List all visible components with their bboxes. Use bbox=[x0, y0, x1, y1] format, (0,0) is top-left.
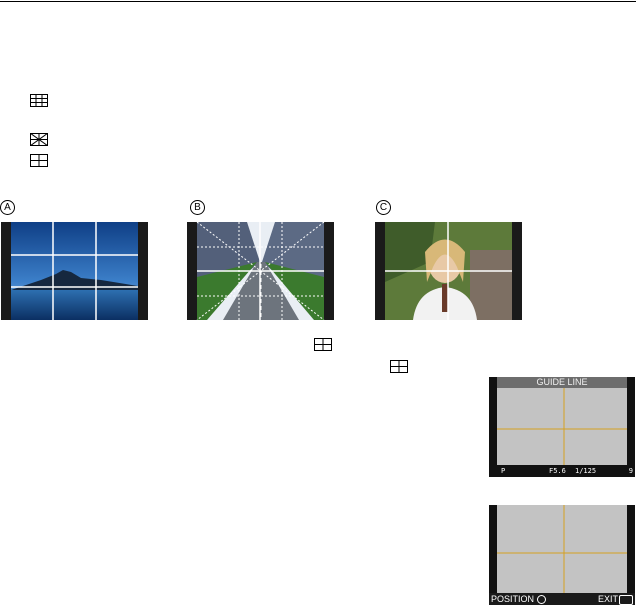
example-photo-portrait bbox=[375, 222, 522, 320]
example-photo-mountain bbox=[1, 222, 148, 320]
position-label: POSITION bbox=[491, 594, 535, 604]
grid-3x3-icon bbox=[30, 94, 48, 107]
diagonal-grid-icon bbox=[30, 133, 48, 146]
exit-label: EXIT bbox=[598, 594, 619, 604]
dpad-icon bbox=[537, 595, 546, 604]
guide-line-screen: GUIDE LINE P F5.6 1/125 9 bbox=[489, 377, 635, 477]
screen-title: GUIDE LINE bbox=[497, 377, 627, 388]
cross-grid-icon bbox=[314, 338, 332, 351]
shots-remaining: 9 bbox=[628, 467, 633, 475]
mode-indicator: P bbox=[501, 467, 506, 475]
status-bar: P F5.6 1/125 9 bbox=[489, 465, 635, 477]
position-screen: POSITION EXIT bbox=[489, 505, 635, 605]
screen-footer: POSITION EXIT bbox=[489, 593, 635, 605]
label-c: C bbox=[376, 200, 391, 215]
example-photo-road bbox=[187, 222, 334, 320]
top-rule bbox=[0, 1, 636, 2]
menu-set-icon bbox=[619, 595, 633, 605]
cross-grid-icon bbox=[390, 360, 408, 373]
aperture-value: F5.6 bbox=[549, 467, 566, 475]
shutter-speed: 1/125 bbox=[575, 467, 597, 475]
label-b: B bbox=[190, 200, 205, 215]
label-a: A bbox=[0, 200, 15, 215]
cross-grid-icon bbox=[30, 154, 48, 167]
